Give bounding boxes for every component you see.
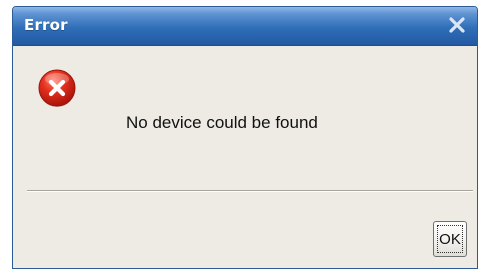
ok-button[interactable]: OK	[433, 221, 467, 257]
dialog-content: No device could be found OK	[13, 46, 477, 268]
error-icon	[37, 68, 77, 108]
ok-button-label: OK	[437, 225, 463, 253]
dialog-title: Error	[24, 16, 68, 34]
close-icon[interactable]	[445, 13, 469, 37]
title-bar[interactable]: Error	[13, 7, 477, 46]
divider	[27, 190, 473, 192]
error-dialog: Error No device could be found OK	[12, 6, 478, 269]
error-message: No device could be found	[126, 113, 318, 132]
